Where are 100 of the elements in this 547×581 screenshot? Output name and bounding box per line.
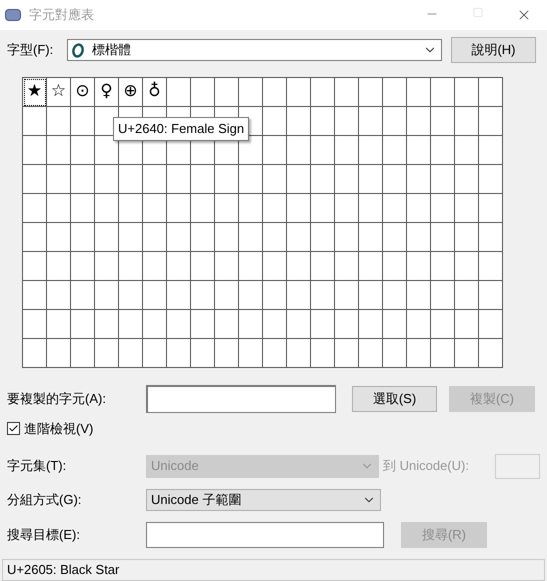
character-cell[interactable] <box>407 223 431 252</box>
character-cell[interactable] <box>47 310 71 339</box>
character-cell[interactable] <box>479 165 503 194</box>
character-cell[interactable] <box>287 310 311 339</box>
character-cell[interactable] <box>311 165 335 194</box>
character-cell[interactable] <box>167 252 191 281</box>
character-cell[interactable] <box>359 252 383 281</box>
character-cell[interactable] <box>191 339 215 368</box>
character-cell[interactable] <box>215 223 239 252</box>
character-cell[interactable] <box>167 310 191 339</box>
character-cell[interactable] <box>335 107 359 136</box>
character-cell[interactable] <box>119 339 143 368</box>
character-cell[interactable]: ♁ <box>143 78 167 107</box>
character-cell[interactable] <box>359 310 383 339</box>
character-cell[interactable] <box>215 339 239 368</box>
character-cell[interactable] <box>455 165 479 194</box>
character-cell[interactable] <box>287 136 311 165</box>
character-cell[interactable] <box>431 136 455 165</box>
character-cell[interactable] <box>407 165 431 194</box>
character-cell[interactable] <box>359 223 383 252</box>
font-dropdown[interactable]: 標楷體 <box>67 39 442 61</box>
character-cell[interactable] <box>23 165 47 194</box>
character-cell[interactable] <box>383 339 407 368</box>
character-cell[interactable] <box>263 107 287 136</box>
character-cell[interactable] <box>191 281 215 310</box>
character-cell[interactable] <box>311 252 335 281</box>
character-cell[interactable] <box>191 165 215 194</box>
character-cell[interactable]: ⊙ <box>71 78 95 107</box>
character-cell[interactable] <box>143 223 167 252</box>
character-cell[interactable] <box>119 165 143 194</box>
character-cell[interactable] <box>143 310 167 339</box>
character-cell[interactable] <box>311 107 335 136</box>
character-cell[interactable] <box>71 194 95 223</box>
character-cell[interactable] <box>407 339 431 368</box>
character-cell[interactable] <box>143 165 167 194</box>
help-button[interactable]: 說明(H) <box>451 37 536 63</box>
character-cell[interactable] <box>215 310 239 339</box>
search-field[interactable] <box>146 522 384 548</box>
character-cell[interactable] <box>239 339 263 368</box>
character-cell[interactable] <box>479 281 503 310</box>
character-cell[interactable]: ⊕ <box>119 78 143 107</box>
character-cell[interactable] <box>263 310 287 339</box>
character-cell[interactable] <box>455 310 479 339</box>
character-cell[interactable] <box>359 136 383 165</box>
character-cell[interactable] <box>359 339 383 368</box>
character-cell[interactable] <box>479 107 503 136</box>
character-cell[interactable] <box>407 281 431 310</box>
character-cell[interactable] <box>71 339 95 368</box>
character-cell[interactable] <box>455 281 479 310</box>
character-cell[interactable] <box>47 281 71 310</box>
character-cell[interactable] <box>359 281 383 310</box>
character-cell[interactable] <box>455 107 479 136</box>
character-cell[interactable] <box>263 78 287 107</box>
character-cell[interactable] <box>407 78 431 107</box>
character-cell[interactable] <box>263 136 287 165</box>
character-cell[interactable] <box>383 252 407 281</box>
character-cell[interactable] <box>431 78 455 107</box>
character-cell[interactable] <box>431 194 455 223</box>
character-cell[interactable] <box>239 78 263 107</box>
character-cell[interactable] <box>119 223 143 252</box>
character-cell[interactable] <box>263 339 287 368</box>
character-cell[interactable] <box>455 78 479 107</box>
character-cell[interactable] <box>335 223 359 252</box>
character-cell[interactable] <box>479 252 503 281</box>
character-cell[interactable] <box>455 339 479 368</box>
character-cell[interactable] <box>239 194 263 223</box>
character-cell[interactable] <box>287 78 311 107</box>
character-cell[interactable] <box>71 107 95 136</box>
character-cell[interactable] <box>479 339 503 368</box>
character-cell[interactable] <box>47 252 71 281</box>
character-cell[interactable] <box>431 252 455 281</box>
character-cell[interactable] <box>191 194 215 223</box>
character-cell[interactable] <box>479 78 503 107</box>
character-cell[interactable] <box>47 223 71 252</box>
character-cell[interactable] <box>431 281 455 310</box>
character-cell[interactable] <box>311 78 335 107</box>
character-cell[interactable] <box>119 281 143 310</box>
character-cell[interactable] <box>287 194 311 223</box>
character-cell[interactable] <box>215 281 239 310</box>
character-cell[interactable] <box>143 252 167 281</box>
character-cell[interactable] <box>71 223 95 252</box>
character-cell[interactable] <box>431 339 455 368</box>
character-cell[interactable] <box>287 223 311 252</box>
character-cell[interactable] <box>167 194 191 223</box>
character-cell[interactable] <box>47 165 71 194</box>
character-cell[interactable] <box>95 194 119 223</box>
character-cell[interactable] <box>311 194 335 223</box>
character-cell[interactable] <box>239 281 263 310</box>
character-cell[interactable] <box>47 136 71 165</box>
character-cell[interactable] <box>407 194 431 223</box>
character-cell[interactable] <box>191 310 215 339</box>
character-cell[interactable] <box>335 310 359 339</box>
character-cell[interactable] <box>431 223 455 252</box>
character-cell[interactable] <box>383 194 407 223</box>
character-cell[interactable] <box>479 223 503 252</box>
character-cell[interactable] <box>215 252 239 281</box>
character-cell[interactable] <box>383 310 407 339</box>
character-cell[interactable] <box>455 252 479 281</box>
character-cell[interactable] <box>47 107 71 136</box>
character-cell[interactable] <box>311 281 335 310</box>
